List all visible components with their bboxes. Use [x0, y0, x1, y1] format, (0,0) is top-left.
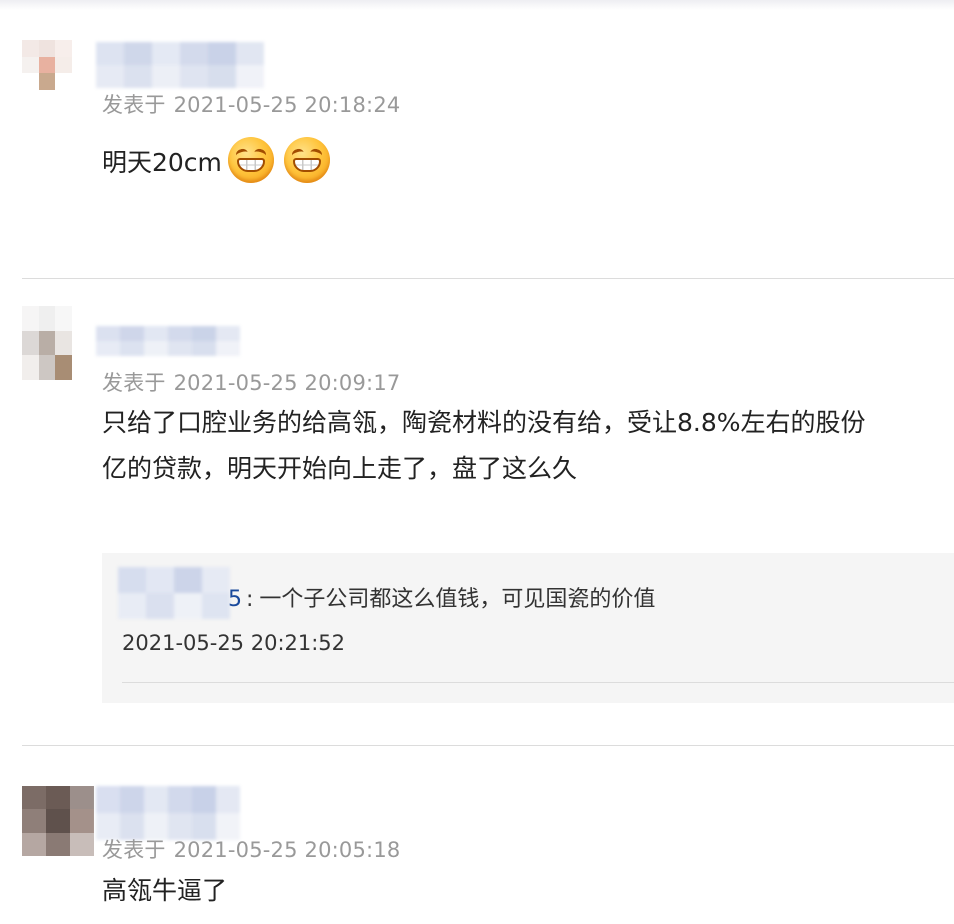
avatar[interactable] — [22, 306, 72, 380]
grin-icon — [227, 137, 274, 183]
post-meta: 发表于 2021-05-25 20:18:24 — [102, 89, 400, 119]
meta-label: 发表于 — [102, 93, 166, 117]
post-time: 2021-05-25 20:09:17 — [173, 371, 401, 395]
reply-username[interactable]: 5 — [228, 587, 242, 612]
reply-username-blurred[interactable] — [118, 567, 230, 619]
top-fade — [0, 0, 954, 10]
meta-label: 发表于 — [102, 371, 166, 395]
comment-divider — [22, 278, 954, 279]
comment-text: 明天20cm — [102, 148, 222, 177]
comment-text-line: 只给了口腔业务的给高瓴，陶瓷材料的没有给，受让8.8%左右的股份 — [102, 408, 866, 437]
reply-time: 2021-05-25 20:21:52 — [122, 631, 346, 655]
comment-content: 只给了口腔业务的给高瓴，陶瓷材料的没有给，受让8.8%左右的股份 亿的贷款，明天… — [102, 400, 954, 492]
post-meta: 发表于 2021-05-25 20:09:17 — [102, 367, 400, 397]
username-blurred[interactable] — [96, 326, 240, 356]
comment-content: 明天20cm — [102, 137, 954, 188]
username-blurred[interactable] — [96, 786, 240, 840]
username-blurred[interactable] — [96, 42, 264, 88]
comment-content: 高瓴牛逼了 — [102, 866, 954, 916]
reply-divider — [122, 682, 954, 683]
reply-text: 一个子公司都这么值钱，可见国瓷的价值 — [259, 587, 656, 612]
comment-divider — [22, 745, 954, 746]
post-time: 2021-05-25 20:18:24 — [173, 93, 401, 117]
meta-label: 发表于 — [102, 838, 166, 862]
grin-icon — [283, 137, 330, 183]
avatar[interactable] — [22, 786, 94, 856]
comment-text: 高瓴牛逼了 — [102, 876, 228, 905]
reply-line: 5: 一个子公司都这么值钱，可见国瓷的价值 — [228, 581, 655, 613]
reply-box: 5: 一个子公司都这么值钱，可见国瓷的价值 2021-05-25 20:21:52 — [102, 553, 954, 703]
post-time: 2021-05-25 20:05:18 — [173, 838, 401, 862]
comment-text-line: 亿的贷款，明天开始向上走了，盘了这么久 — [102, 454, 578, 483]
reply-separator: : — [246, 587, 254, 612]
post-meta: 发表于 2021-05-25 20:05:18 — [102, 834, 400, 864]
avatar[interactable] — [22, 40, 72, 90]
